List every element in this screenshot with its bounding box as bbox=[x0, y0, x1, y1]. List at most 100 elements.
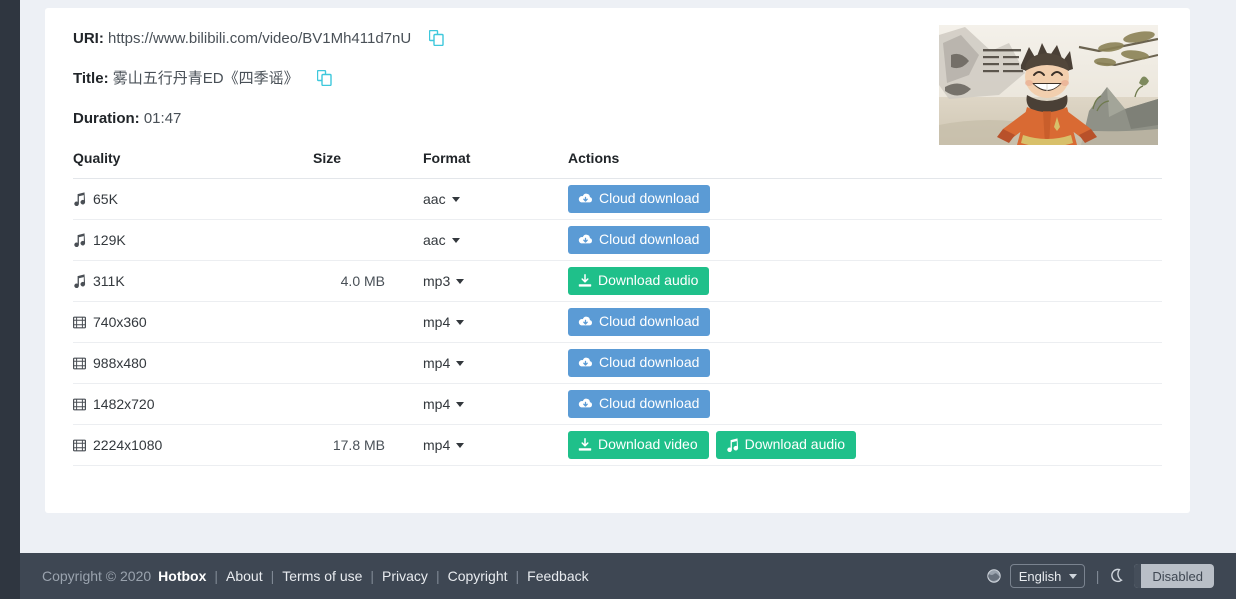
quality-value: 65K bbox=[93, 191, 118, 207]
size-value: 17.8 MB bbox=[332, 437, 385, 453]
header-actions: Actions bbox=[568, 150, 1162, 179]
quality-value: 1482x720 bbox=[93, 396, 155, 412]
button-label: Cloud download bbox=[599, 395, 700, 411]
download-tray-icon bbox=[578, 437, 592, 452]
cell-actions: Cloud download bbox=[568, 178, 1162, 220]
duration-value: 01:47 bbox=[143, 110, 182, 127]
copyright-text: Copyright © 2020 bbox=[42, 568, 152, 584]
cell-size bbox=[313, 219, 423, 261]
cloud-download-button[interactable]: Cloud download bbox=[568, 390, 711, 418]
format-dropdown[interactable]: mp4 bbox=[423, 314, 465, 330]
video-info-card: URI: https://www.bilibili.com/video/BV1M… bbox=[45, 8, 1190, 513]
cell-actions: Cloud download bbox=[568, 383, 1162, 425]
footer-link-about[interactable]: About bbox=[226, 568, 263, 584]
duration-label: Duration: bbox=[73, 110, 140, 127]
format-value: mp3 bbox=[423, 273, 451, 289]
video-thumbnail bbox=[939, 25, 1158, 145]
film-icon bbox=[73, 398, 87, 411]
button-label: Cloud download bbox=[599, 354, 700, 370]
cloud-download-icon bbox=[578, 397, 593, 410]
format-value: aac bbox=[423, 232, 446, 248]
download-audio-button[interactable]: Download audio bbox=[715, 431, 857, 459]
cell-quality: 740x360 bbox=[73, 301, 313, 343]
toggle-knob bbox=[1134, 564, 1142, 588]
cell-format: aac bbox=[423, 178, 568, 220]
footer-link-feedback[interactable]: Feedback bbox=[527, 568, 588, 584]
dark-mode-toggle[interactable]: Disabled bbox=[1134, 564, 1214, 588]
download-tray-icon bbox=[578, 273, 592, 288]
footer-link-copyright[interactable]: Copyright bbox=[448, 568, 508, 584]
table-row: 129K aac Cloud download bbox=[73, 219, 1162, 261]
language-select[interactable]: English bbox=[1009, 564, 1085, 588]
cell-format: mp4 bbox=[423, 424, 568, 466]
chevron-down-icon bbox=[451, 237, 460, 243]
table-row: 311K 4.0 MB mp3 Download audio bbox=[73, 260, 1162, 302]
quality-value: 129K bbox=[93, 232, 126, 248]
cloud-download-icon bbox=[578, 356, 593, 369]
title-label: Title: bbox=[73, 70, 109, 87]
button-label: Cloud download bbox=[599, 190, 700, 206]
format-dropdown[interactable]: mp3 bbox=[423, 273, 465, 289]
page-root: URI: https://www.bilibili.com/video/BV1M… bbox=[0, 0, 1236, 599]
cloud-download-icon bbox=[578, 233, 593, 246]
quality-value: 988x480 bbox=[93, 355, 147, 371]
download-options-table: Quality Size Format Actions 65K aac Cloud … bbox=[73, 150, 1162, 466]
table-row: 740x360 mp4 Cloud download bbox=[73, 301, 1162, 343]
uri-label: URI: bbox=[73, 30, 104, 47]
footer-controls: English | Disabled bbox=[987, 564, 1214, 588]
download-audio-button[interactable]: Download audio bbox=[568, 267, 710, 295]
format-dropdown[interactable]: mp4 bbox=[423, 396, 465, 412]
film-icon bbox=[73, 439, 87, 452]
globe-icon bbox=[987, 569, 1001, 583]
format-dropdown[interactable]: mp4 bbox=[423, 355, 465, 371]
uri-value: https://www.bilibili.com/video/BV1Mh411d… bbox=[108, 30, 412, 47]
header-format: Format bbox=[423, 150, 568, 179]
cell-format: mp4 bbox=[423, 342, 568, 384]
quality-value: 311K bbox=[93, 273, 125, 289]
chevron-down-icon bbox=[456, 360, 465, 366]
cell-format: aac bbox=[423, 219, 568, 261]
brand-name: Hotbox bbox=[158, 568, 207, 584]
cell-actions: Download audio bbox=[568, 260, 1162, 302]
chevron-down-icon bbox=[451, 196, 460, 202]
header-size: Size bbox=[313, 150, 423, 179]
cell-format: mp4 bbox=[423, 301, 568, 343]
cell-quality: 311K bbox=[73, 260, 313, 302]
button-label: Download video bbox=[598, 436, 698, 452]
format-value: mp4 bbox=[423, 314, 451, 330]
chevron-down-icon bbox=[456, 442, 465, 448]
footer-link-privacy[interactable]: Privacy bbox=[382, 568, 428, 584]
button-label: Cloud download bbox=[599, 313, 700, 329]
music-note-icon bbox=[726, 437, 739, 452]
cloud-download-button[interactable]: Cloud download bbox=[568, 349, 711, 377]
cell-format: mp4 bbox=[423, 383, 568, 425]
download-video-button[interactable]: Download video bbox=[568, 431, 709, 459]
copy-uri-icon[interactable] bbox=[429, 29, 445, 47]
cell-actions: Cloud download bbox=[568, 219, 1162, 261]
film-icon bbox=[73, 316, 87, 329]
cell-quality: 129K bbox=[73, 219, 313, 261]
cloud-download-icon bbox=[578, 315, 593, 328]
cloud-download-button[interactable]: Cloud download bbox=[568, 226, 711, 254]
page-footer: Copyright © 2020 Hotbox | About | Terms of … bbox=[20, 553, 1236, 599]
chevron-down-icon bbox=[456, 319, 465, 325]
cell-size bbox=[313, 301, 423, 343]
copy-title-icon[interactable] bbox=[316, 69, 332, 87]
format-dropdown[interactable]: mp4 bbox=[423, 437, 465, 453]
table-body: 65K aac Cloud download 129K aac Cloud downloa… bbox=[73, 178, 1162, 466]
chevron-down-icon bbox=[456, 278, 465, 284]
footer-link-terms-of-use[interactable]: Terms of use bbox=[282, 568, 362, 584]
cloud-download-button[interactable]: Cloud download bbox=[568, 185, 711, 213]
table-row: 65K aac Cloud download bbox=[73, 178, 1162, 220]
cell-quality: 2224x1080 bbox=[73, 424, 313, 466]
moon-icon bbox=[1110, 568, 1125, 584]
format-dropdown[interactable]: aac bbox=[423, 191, 460, 207]
quality-value: 2224x1080 bbox=[93, 437, 163, 453]
cloud-download-button[interactable]: Cloud download bbox=[568, 308, 711, 336]
cell-actions: Cloud download bbox=[568, 342, 1162, 384]
chevron-down-icon bbox=[456, 401, 465, 407]
format-dropdown[interactable]: aac bbox=[423, 232, 460, 248]
cloud-download-icon bbox=[578, 192, 593, 205]
music-note-icon bbox=[73, 233, 86, 248]
cell-size: 4.0 MB bbox=[313, 260, 423, 302]
